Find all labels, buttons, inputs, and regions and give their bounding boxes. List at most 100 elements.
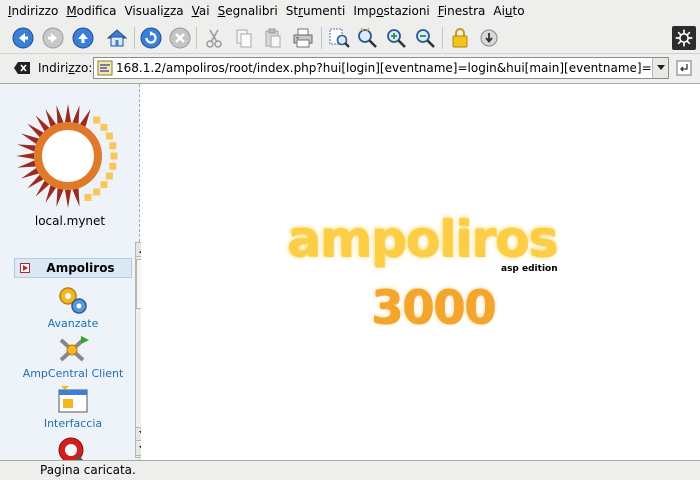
menu-item-visualizza[interactable]: Visualizza [120,0,187,22]
paste-button[interactable] [260,25,286,51]
zoom-icon [358,27,377,48]
sun-ray [72,188,80,207]
sun-ray [64,189,72,208]
print-icon [293,28,313,48]
location-bar: Indirizzo: 168.1.2/ampoliros/root/index.… [0,55,700,81]
brand-word: ampoliros [287,210,558,268]
zoom-button[interactable] [354,25,380,51]
copy-icon [236,29,252,48]
favicon-icon [97,60,113,76]
sun-dot [93,116,101,124]
menu-bar: Indirizzo Modifica Visualizza Vai Segnalibri… [0,0,700,22]
chevron-down-icon [656,65,665,70]
forward-icon [42,27,64,49]
client-icon [59,336,89,362]
find-icon [329,28,350,48]
sun-dot [110,152,118,160]
stop-icon [169,27,191,49]
sun-dot [109,142,117,150]
menu-item-vai[interactable]: Vai [188,0,214,22]
url-text: 168.1.2/ampoliros/root/index.php?hui[log… [116,61,652,75]
stop-button[interactable] [167,25,193,51]
home-icon [106,29,128,47]
sun-ray [64,104,72,123]
sun-dot [105,132,113,140]
zoom-in-icon [387,29,406,48]
find-button[interactable] [326,25,352,51]
url-input[interactable]: 168.1.2/ampoliros/root/index.php?hui[log… [93,57,669,79]
sun-ray [35,180,50,197]
sun-ray [21,133,39,145]
reload-button[interactable] [138,25,164,51]
location-label: Indirizzo: [38,61,93,75]
brand-edition: asp edition [501,264,558,274]
module-panel: Ampoliros Avanzate AmpCentral Client Int… [14,258,132,460]
sun-dot [84,193,92,201]
up-button[interactable] [70,25,96,51]
zoom-out-icon [416,29,435,48]
kde-logo-icon [672,26,696,50]
sun-ray [45,109,57,127]
sun-dot [109,162,117,170]
sun-logo-icon [16,104,118,208]
sun-ray [56,105,64,124]
sun-dot [100,123,108,131]
menu-item-aiuto[interactable]: Aiuto [489,0,528,22]
brand-logo: ampoliros asp edition 3000 [287,210,567,340]
go-button[interactable] [676,60,692,76]
sun-ray [27,174,44,189]
interface-icon [58,386,88,413]
url-dropdown-button[interactable] [652,58,668,78]
gears-icon [59,287,87,314]
site-logo [16,98,128,210]
status-text: Pagina caricata. [40,463,136,477]
menu-item-modifica[interactable]: Modifica [62,0,120,22]
main-frame: ampoliros asp edition 3000 [141,84,700,460]
back-button[interactable] [10,25,36,51]
menu-item-impostazioni[interactable]: Impostazioni [349,0,433,22]
back-icon [12,27,34,49]
clear-location-icon [14,62,30,74]
download-button[interactable] [476,25,502,51]
cut-icon [206,29,222,48]
expand-arrow-icon [20,263,30,273]
security-button[interactable] [447,25,473,51]
sun-ray [79,109,91,127]
sun-ray [72,105,80,124]
module-item-help[interactable] [14,434,132,460]
go-icon [676,60,692,76]
clear-location-button[interactable] [13,60,31,76]
sun-ray [45,185,57,203]
sun-ray [17,144,36,152]
menu-item-strumenti[interactable]: Strumenti [282,0,350,22]
zoom-in-button[interactable] [383,25,409,51]
toolbar [0,22,700,54]
security-lock-icon [452,28,468,48]
menu-item-finestra[interactable]: Finestra [434,0,490,22]
home-button[interactable] [104,25,130,51]
module-header[interactable]: Ampoliros [14,258,132,278]
module-title: Ampoliros [46,261,115,275]
zoom-out-button[interactable] [412,25,438,51]
menu-item-indirizzo[interactable]: Indirizzo [4,0,62,22]
hostname: local.mynet [34,214,106,228]
sun-ray [56,188,64,207]
paste-icon [265,28,281,48]
sidebar: local.mynet Ampoliros Avanzate AmpCentra… [0,84,151,460]
forward-button[interactable] [40,25,66,51]
sun-ray [21,167,39,179]
sun-ray [16,152,35,160]
sun-dot [100,181,108,189]
status-bar: Pagina caricata. [0,462,700,480]
print-button[interactable] [290,25,316,51]
module-item-avanzate[interactable]: Avanzate [14,284,132,330]
sun-dot [93,188,101,196]
download-icon [480,29,498,47]
copy-button[interactable] [231,25,257,51]
sun-ray [17,160,36,168]
cut-button[interactable] [201,25,227,51]
help-icon [58,437,84,460]
module-item-ampcentral-client[interactable]: AmpCentral Client [14,334,132,380]
menu-item-segnalibri[interactable]: Segnalibri [214,0,282,22]
module-item-interfaccia[interactable]: Interfaccia [14,384,132,430]
